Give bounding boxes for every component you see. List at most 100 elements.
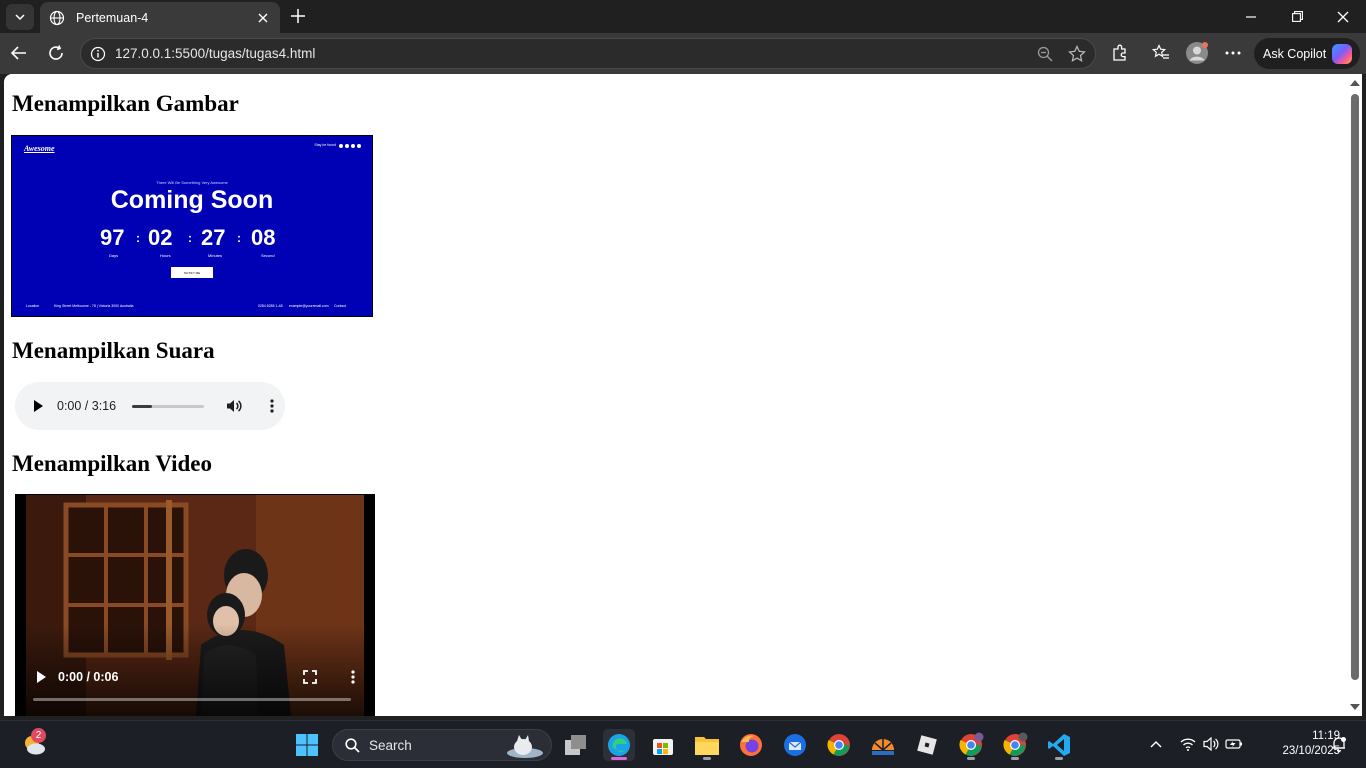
- favorites-button[interactable]: [1146, 38, 1176, 68]
- puzzle-icon: [1113, 44, 1126, 61]
- video-player[interactable]: 0:00 / 0:06: [15, 494, 375, 716]
- weather-badge: 2: [31, 728, 46, 743]
- clock-time: 11:19: [1312, 730, 1340, 742]
- heading-suara: Menampilkan Suara: [12, 338, 215, 363]
- profile-avatar-icon: [1186, 42, 1208, 64]
- scroll-up-arrow-icon[interactable]: [1350, 80, 1360, 86]
- taskbar-thunderbird[interactable]: [779, 729, 811, 761]
- taskbar-roblox[interactable]: [911, 729, 943, 761]
- start-button[interactable]: [291, 729, 323, 761]
- audio-player[interactable]: 0:00 / 3:16: [15, 382, 285, 430]
- chrome-profile-icon: [959, 732, 984, 756]
- page-viewport: Menampilkan Gambar Awesome Stay be found…: [4, 74, 1348, 716]
- address-bar[interactable]: 127.0.0.1:5500/tugas/tugas4.html: [80, 38, 1096, 69]
- edge-icon: [608, 734, 630, 756]
- active-indicator: [611, 757, 627, 760]
- copilot-logo-icon: [1332, 43, 1353, 64]
- tab-actions-menu-button[interactable]: [6, 3, 34, 30]
- back-button[interactable]: [4, 38, 34, 68]
- count-colon: :: [237, 231, 241, 245]
- running-indicator: [703, 757, 711, 760]
- restore-button[interactable]: [1274, 0, 1320, 33]
- label-minutes: Minutes: [208, 253, 223, 258]
- count-hours: 02: [148, 225, 173, 250]
- search-highlight-cat-icon: [507, 735, 543, 758]
- tab-strip: Pertemuan-4: [0, 0, 1366, 33]
- running-indicator: [967, 757, 975, 760]
- sunrise-app-icon: [872, 739, 894, 755]
- profile-button[interactable]: [1182, 38, 1212, 68]
- image-brand: Awesome: [24, 144, 55, 153]
- video-more-options-icon[interactable]: [345, 669, 361, 685]
- more-horizontal-icon: [1225, 51, 1241, 55]
- taskbar-vscode[interactable]: [1043, 729, 1075, 761]
- heading-video: Menampilkan Video: [12, 451, 213, 476]
- settings-more-button[interactable]: [1218, 38, 1248, 68]
- page-scrollbar[interactable]: [1348, 74, 1362, 716]
- wifi-status[interactable]: [1178, 734, 1198, 754]
- minimize-icon: [1246, 15, 1256, 18]
- taskbar-store[interactable]: [647, 729, 679, 761]
- tab-close-icon[interactable]: [252, 7, 274, 29]
- wifi-icon: [1180, 738, 1196, 751]
- firefox-icon: [740, 734, 762, 756]
- close-icon: [1337, 11, 1349, 22]
- video-progress-bar[interactable]: [33, 698, 351, 701]
- zoom-out-icon[interactable]: [1035, 44, 1055, 64]
- audio-time: 0:00 / 3:16: [57, 399, 117, 413]
- footer-email: example@youremail.com: [289, 304, 329, 308]
- restore-icon: [1291, 11, 1303, 22]
- fullscreen-icon[interactable]: [302, 669, 318, 685]
- store-icon: [653, 739, 673, 755]
- audio-play-icon[interactable]: [34, 400, 43, 412]
- taskbar-firefox[interactable]: [735, 729, 767, 761]
- taskbar-edge[interactable]: [603, 729, 635, 761]
- count-colon: :: [136, 231, 140, 245]
- count-seconds: 08: [251, 225, 276, 250]
- taskbar-chrome[interactable]: [823, 729, 855, 761]
- tab-title: Pertemuan-4: [76, 10, 149, 25]
- footer-address: King Street Melbourne - 78 | Victoria 30…: [54, 304, 134, 308]
- minimize-button[interactable]: [1228, 0, 1274, 33]
- running-indicator: [1011, 757, 1019, 760]
- tab-pertemuan-4[interactable]: Pertemuan-4: [40, 2, 280, 33]
- count-colon: :: [188, 231, 192, 245]
- notify-me-button: NOTIFY ME: [171, 267, 213, 278]
- close-window-button[interactable]: [1320, 0, 1366, 33]
- favorite-star-icon[interactable]: [1067, 44, 1087, 64]
- scrollbar-thumb[interactable]: [1351, 94, 1359, 680]
- extensions-button[interactable]: [1105, 38, 1135, 68]
- ask-copilot-button[interactable]: Ask Copilot: [1254, 38, 1360, 69]
- video-play-icon[interactable]: [37, 671, 46, 683]
- taskbar-search-box[interactable]: Search: [332, 729, 552, 761]
- taskbar-chrome-profile-1[interactable]: [955, 729, 987, 761]
- coming-soon-image: Awesome Stay be found There Will Be Some…: [11, 135, 373, 317]
- label-seconds: Second: [261, 253, 275, 258]
- battery-charging-icon: [1225, 739, 1242, 749]
- chrome-profile-icon: [1003, 732, 1028, 756]
- task-view-button[interactable]: [560, 729, 592, 761]
- favorites-list-icon: [1152, 44, 1169, 59]
- audio-more-options-icon[interactable]: [263, 397, 281, 415]
- refresh-button[interactable]: [41, 38, 71, 68]
- show-hidden-icons-button[interactable]: [1146, 734, 1166, 754]
- search-label: Search: [369, 738, 412, 753]
- scroll-down-arrow-icon[interactable]: [1350, 704, 1360, 710]
- volume-status[interactable]: [1201, 734, 1221, 754]
- windows-logo-icon: [296, 734, 318, 756]
- volume-icon[interactable]: [225, 397, 243, 415]
- audio-progress-bar[interactable]: [132, 405, 204, 408]
- roblox-icon: [917, 735, 937, 755]
- notifications-button[interactable]: [1329, 734, 1349, 754]
- clock-date: 23/10/2025: [1282, 745, 1340, 757]
- taskbar-sunrise-app[interactable]: [867, 729, 899, 761]
- battery-status[interactable]: [1224, 734, 1244, 754]
- taskbar-chrome-profile-2[interactable]: [999, 729, 1031, 761]
- vscode-icon: [1048, 734, 1070, 756]
- label-hours: Hours: [160, 253, 171, 258]
- taskbar-file-explorer[interactable]: [691, 729, 723, 761]
- new-tab-button[interactable]: [286, 4, 310, 28]
- image-tagline: There Will Be Something Very Awesome: [156, 180, 228, 185]
- taskbar-clock[interactable]: 11:19 23/10/2025: [1254, 729, 1340, 759]
- site-info-icon[interactable]: [89, 45, 107, 63]
